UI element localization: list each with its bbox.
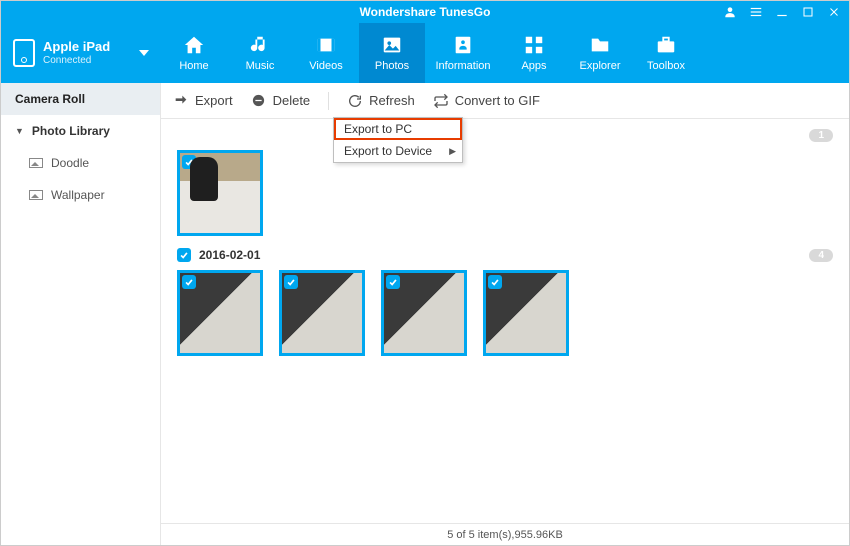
nav-toolbox[interactable]: Toolbox [633, 23, 699, 83]
album-icon [29, 158, 43, 168]
body: Camera Roll ▼ Photo Library Doodle Wallp… [1, 83, 849, 545]
group-header: 2016-02-01 4 [177, 248, 833, 262]
nav-home[interactable]: Home [161, 23, 227, 83]
nav-photos-label: Photos [375, 60, 409, 72]
refresh-label: Refresh [369, 93, 415, 108]
tablet-icon [13, 39, 35, 67]
status-text: 5 of 5 item(s),955.96KB [447, 529, 563, 541]
group-count: 4 [809, 249, 833, 262]
chevron-down-icon [139, 50, 149, 56]
thumbnail-row [177, 270, 833, 356]
nav-music[interactable]: Music [227, 23, 293, 83]
thumb-checkbox[interactable] [182, 275, 196, 289]
content: 1 2016-02-01 4 [161, 119, 849, 523]
group-header: 1 [177, 129, 833, 142]
delete-icon [251, 93, 267, 109]
thumbnail-row [177, 150, 833, 236]
photo-icon [379, 34, 405, 56]
sidebar-item-doodle[interactable]: Doodle [1, 147, 160, 179]
convert-label: Convert to GIF [455, 93, 540, 108]
contacts-icon [450, 34, 476, 56]
nav-home-label: Home [179, 60, 208, 72]
toolbox-icon [653, 34, 679, 56]
delete-button[interactable]: Delete [251, 93, 311, 109]
nav-information[interactable]: Information [425, 23, 501, 83]
thumb-checkbox[interactable] [488, 275, 502, 289]
account-icon[interactable] [723, 5, 737, 19]
sidebar-label: Wallpaper [51, 188, 105, 202]
device-selector[interactable]: Apple iPad Connected [1, 23, 161, 83]
nav-explorer-label: Explorer [580, 60, 621, 72]
thumb-checkbox[interactable] [386, 275, 400, 289]
group-date: 2016-02-01 [199, 248, 260, 262]
nav-toolbox-label: Toolbox [647, 60, 685, 72]
delete-label: Delete [273, 93, 311, 108]
group-checkbox[interactable] [177, 248, 191, 262]
nav-music-label: Music [246, 60, 275, 72]
sidebar: Camera Roll ▼ Photo Library Doodle Wallp… [1, 83, 161, 545]
window-controls [723, 1, 841, 23]
photo-thumbnail[interactable] [177, 150, 263, 236]
dd-label: Export to Device [344, 144, 432, 158]
home-icon [181, 34, 207, 56]
thumb-checkbox[interactable] [182, 155, 196, 169]
export-label: Export [195, 93, 233, 108]
device-name: Apple iPad [43, 40, 110, 54]
video-icon [313, 34, 339, 56]
main: Export Delete Refresh Convert to GIF [161, 83, 849, 545]
sidebar-label: Photo Library [32, 124, 110, 138]
photo-thumbnail[interactable] [381, 270, 467, 356]
nav-apps[interactable]: Apps [501, 23, 567, 83]
refresh-icon [347, 93, 363, 109]
convert-icon [433, 93, 449, 109]
nav-photos[interactable]: Photos [359, 23, 425, 83]
group-count: 1 [809, 129, 833, 142]
nav-videos-label: Videos [309, 60, 342, 72]
photo-thumbnail[interactable] [279, 270, 365, 356]
caret-down-icon: ▼ [15, 126, 24, 136]
separator [328, 92, 329, 110]
title-bar: Wondershare TunesGo [1, 1, 849, 23]
chevron-right-icon: ▶ [449, 146, 456, 157]
device-text: Apple iPad Connected [43, 40, 110, 65]
sidebar-label: Camera Roll [15, 92, 85, 106]
nav-apps-label: Apps [521, 60, 546, 72]
convert-gif-button[interactable]: Convert to GIF [433, 93, 540, 109]
photo-thumbnail[interactable] [177, 270, 263, 356]
dd-label: Export to PC [344, 122, 412, 136]
app-title: Wondershare TunesGo [360, 5, 491, 19]
export-to-device[interactable]: Export to Device ▶ [334, 140, 462, 162]
sidebar-item-camera-roll[interactable]: Camera Roll [1, 83, 160, 115]
main-nav: Home Music Videos Photos Information App… [161, 23, 699, 83]
thumb-checkbox[interactable] [284, 275, 298, 289]
sidebar-label: Doodle [51, 156, 89, 170]
nav-information-label: Information [435, 60, 490, 72]
export-icon [173, 93, 189, 109]
nav-videos[interactable]: Videos [293, 23, 359, 83]
close-icon[interactable] [827, 5, 841, 19]
sidebar-item-wallpaper[interactable]: Wallpaper [1, 179, 160, 211]
minimize-icon[interactable] [775, 5, 789, 19]
toolbar: Export Delete Refresh Convert to GIF [161, 83, 849, 119]
maximize-icon[interactable] [801, 5, 815, 19]
music-icon [247, 34, 273, 56]
export-button[interactable]: Export [173, 93, 233, 109]
album-icon [29, 190, 43, 200]
refresh-button[interactable]: Refresh [347, 93, 415, 109]
status-bar: 5 of 5 item(s),955.96KB [161, 523, 849, 545]
export-dropdown: Export to PC Export to Device ▶ [333, 117, 463, 163]
photo-group: 1 [177, 129, 833, 236]
export-to-pc[interactable]: Export to PC [334, 118, 462, 140]
sidebar-item-photo-library[interactable]: ▼ Photo Library [1, 115, 160, 147]
folder-icon [587, 34, 613, 56]
photo-thumbnail[interactable] [483, 270, 569, 356]
menu-icon[interactable] [749, 5, 763, 19]
header: Apple iPad Connected Home Music Videos [1, 23, 849, 83]
apps-icon [521, 34, 547, 56]
nav-explorer[interactable]: Explorer [567, 23, 633, 83]
device-status: Connected [43, 55, 110, 66]
photo-group: 2016-02-01 4 [177, 248, 833, 356]
